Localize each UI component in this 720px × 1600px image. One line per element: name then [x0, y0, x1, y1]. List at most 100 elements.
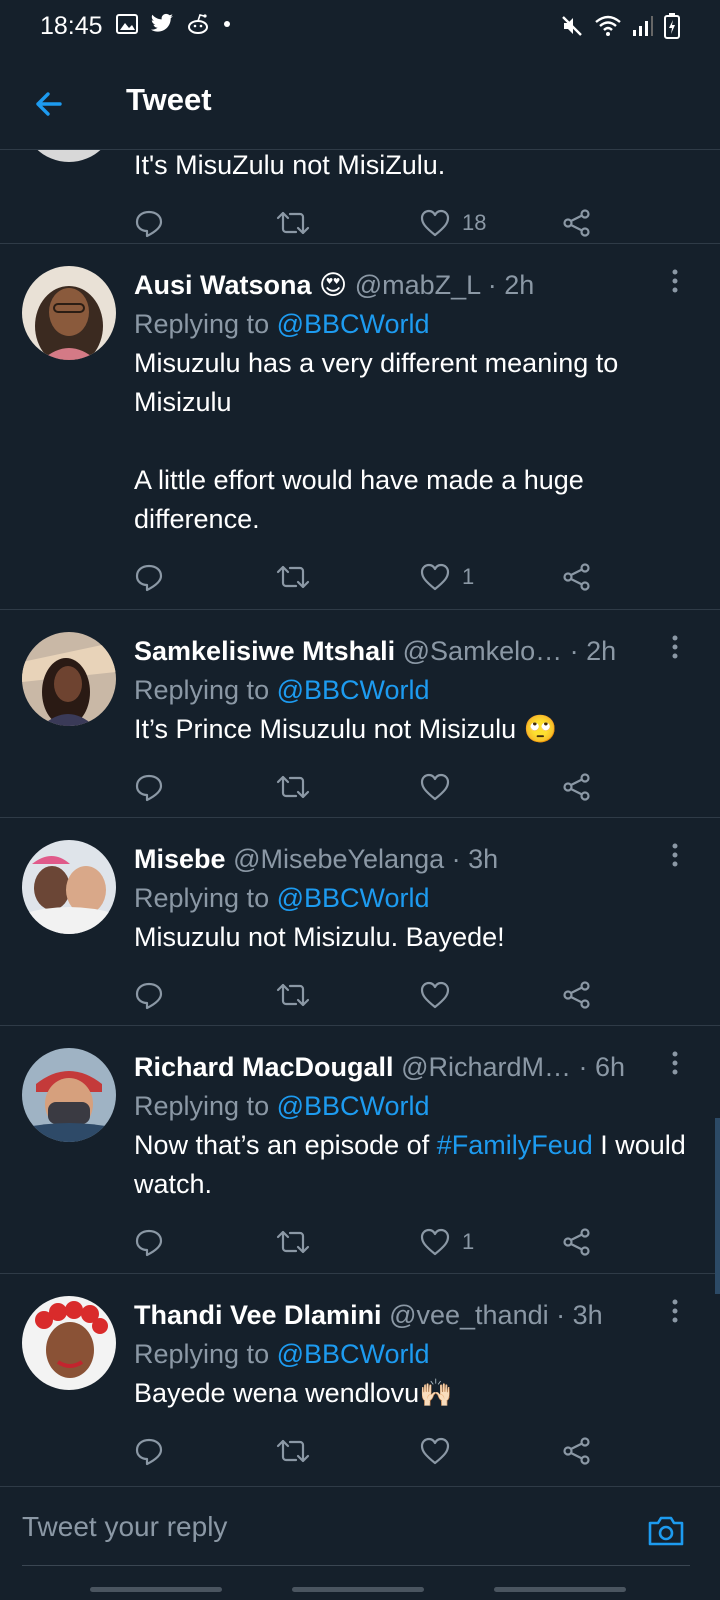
nav-gesture-bar [90, 1587, 222, 1592]
tweet-time: · 3h [451, 844, 499, 874]
tweet-item[interactable]: Misebe @MisebeYelanga · 3h Replying to @… [0, 818, 720, 1026]
more-options-icon[interactable] [662, 1050, 688, 1076]
reply-button[interactable] [134, 979, 164, 1011]
share-button[interactable] [562, 771, 592, 803]
tweet-time: · 6h [578, 1052, 626, 1082]
more-options-icon[interactable] [662, 842, 688, 868]
reply-input[interactable]: Tweet your reply [22, 1511, 227, 1543]
retweet-button[interactable] [276, 979, 310, 1011]
tweet-text: Bayede wena wendlovu🙌🏻 [134, 1374, 690, 1413]
retweet-icon [276, 211, 310, 235]
replying-label: Replying to [134, 675, 270, 705]
camera-icon[interactable] [646, 1511, 686, 1551]
heart-icon [420, 1437, 450, 1465]
avatar[interactable] [22, 1296, 116, 1390]
tweet-item[interactable]: It's MisuZulu not MisiZulu. 18 [0, 150, 720, 244]
more-options-icon[interactable] [662, 634, 688, 660]
page-title: Tweet [126, 82, 212, 117]
author-name[interactable]: Richard MacDougall [134, 1052, 394, 1082]
tweet-text: It's MisuZulu not MisiZulu. [134, 150, 446, 180]
heart-icon [420, 773, 450, 801]
replying-to: Replying to @BBCWorld [134, 1334, 690, 1374]
tweet-text: Misuzulu has a very different meaning to… [134, 348, 619, 534]
tweet-meta: Ausi Watsona 😍 @mabZ_L · 2h [134, 266, 690, 304]
retweet-icon [276, 775, 310, 799]
author-name[interactable]: Thandi Vee Dlamini [134, 1300, 382, 1330]
author-name[interactable]: Samkelisiwe Mtshali [134, 636, 395, 666]
reply-button[interactable] [134, 561, 164, 593]
author-handle[interactable]: @MisebeYelanga [233, 844, 444, 874]
mention-link[interactable]: @BBCWorld [277, 675, 430, 705]
avatar[interactable] [22, 632, 116, 726]
reply-composer: Tweet your reply [0, 1486, 720, 1600]
retweet-button[interactable] [276, 561, 310, 593]
avatar[interactable] [22, 1048, 116, 1142]
image-icon [116, 14, 138, 34]
share-button[interactable] [562, 1435, 592, 1467]
author-handle[interactable]: @Samkelo… [403, 636, 562, 666]
more-options-icon[interactable] [662, 268, 688, 294]
tweet-time: · 2h [487, 270, 535, 300]
retweet-button[interactable] [276, 207, 310, 239]
share-button[interactable] [562, 207, 592, 239]
input-underline [22, 1565, 690, 1566]
like-button[interactable] [420, 979, 462, 1011]
reply-feed: It's MisuZulu not MisiZulu. 18 Ausi Wats… [0, 150, 720, 1486]
share-button[interactable] [562, 1226, 592, 1258]
replying-to: Replying to @BBCWorld [134, 1086, 690, 1126]
reply-icon [135, 1229, 163, 1257]
hashtag-link[interactable]: #FamilyFeud [437, 1130, 593, 1160]
like-button[interactable]: 1 [420, 561, 474, 593]
share-icon [563, 1437, 590, 1465]
like-button[interactable] [420, 771, 462, 803]
retweet-icon [276, 1439, 310, 1463]
more-options-icon[interactable] [662, 1298, 688, 1324]
scrollbar[interactable] [715, 1118, 720, 1294]
battery-icon [664, 13, 680, 39]
retweet-button[interactable] [276, 771, 310, 803]
author-handle[interactable]: @vee_thandi [389, 1300, 549, 1330]
replying-label: Replying to [134, 1339, 270, 1369]
reply-icon [135, 774, 163, 802]
reply-button[interactable] [134, 207, 164, 239]
tweet-text-before: Now that’s an episode of [134, 1130, 437, 1160]
avatar[interactable] [22, 150, 116, 162]
reply-icon [135, 210, 163, 238]
avatar[interactable] [22, 840, 116, 934]
twitter-bird-icon [151, 13, 173, 32]
reply-button[interactable] [134, 1226, 164, 1258]
retweet-button[interactable] [276, 1435, 310, 1467]
mention-link[interactable]: @BBCWorld [277, 1091, 430, 1121]
share-button[interactable] [562, 979, 592, 1011]
tweet-item[interactable]: Ausi Watsona 😍 @mabZ_L · 2h Replying to … [0, 244, 720, 610]
mention-link[interactable]: @BBCWorld [277, 309, 430, 339]
author-name[interactable]: Ausi Watsona [134, 270, 312, 300]
author-handle[interactable]: @RichardM… [401, 1052, 571, 1082]
author-name[interactable]: Misebe [134, 844, 226, 874]
author-handle[interactable]: @mabZ_L [355, 270, 480, 300]
share-icon [563, 563, 590, 591]
heart-icon [420, 1228, 450, 1256]
like-count: 1 [462, 1229, 475, 1254]
mention-link[interactable]: @BBCWorld [277, 883, 430, 913]
status-bar: 18:45 [0, 0, 720, 56]
reply-button[interactable] [134, 1435, 164, 1467]
app-header: Tweet [0, 56, 720, 150]
tweet-time: · 2h [569, 636, 617, 666]
reply-button[interactable] [134, 771, 164, 803]
like-button[interactable]: 1 [420, 1226, 474, 1258]
avatar[interactable] [22, 266, 116, 360]
back-arrow-icon[interactable] [30, 84, 70, 124]
share-icon [563, 981, 590, 1009]
like-button[interactable]: 18 [420, 207, 486, 239]
like-button[interactable] [420, 1435, 462, 1467]
reply-icon [135, 1438, 163, 1466]
share-button[interactable] [562, 561, 592, 593]
retweet-button[interactable] [276, 1226, 310, 1258]
mention-link[interactable]: @BBCWorld [277, 1339, 430, 1369]
nav-gesture-bar [292, 1587, 424, 1592]
tweet-item[interactable]: Thandi Vee Dlamini @vee_thandi · 3h Repl… [0, 1274, 720, 1482]
reddit-icon [188, 14, 208, 34]
tweet-item[interactable]: Samkelisiwe Mtshali @Samkelo… · 2h Reply… [0, 610, 720, 818]
tweet-item[interactable]: Richard MacDougall @RichardM… · 6h Reply… [0, 1026, 720, 1274]
